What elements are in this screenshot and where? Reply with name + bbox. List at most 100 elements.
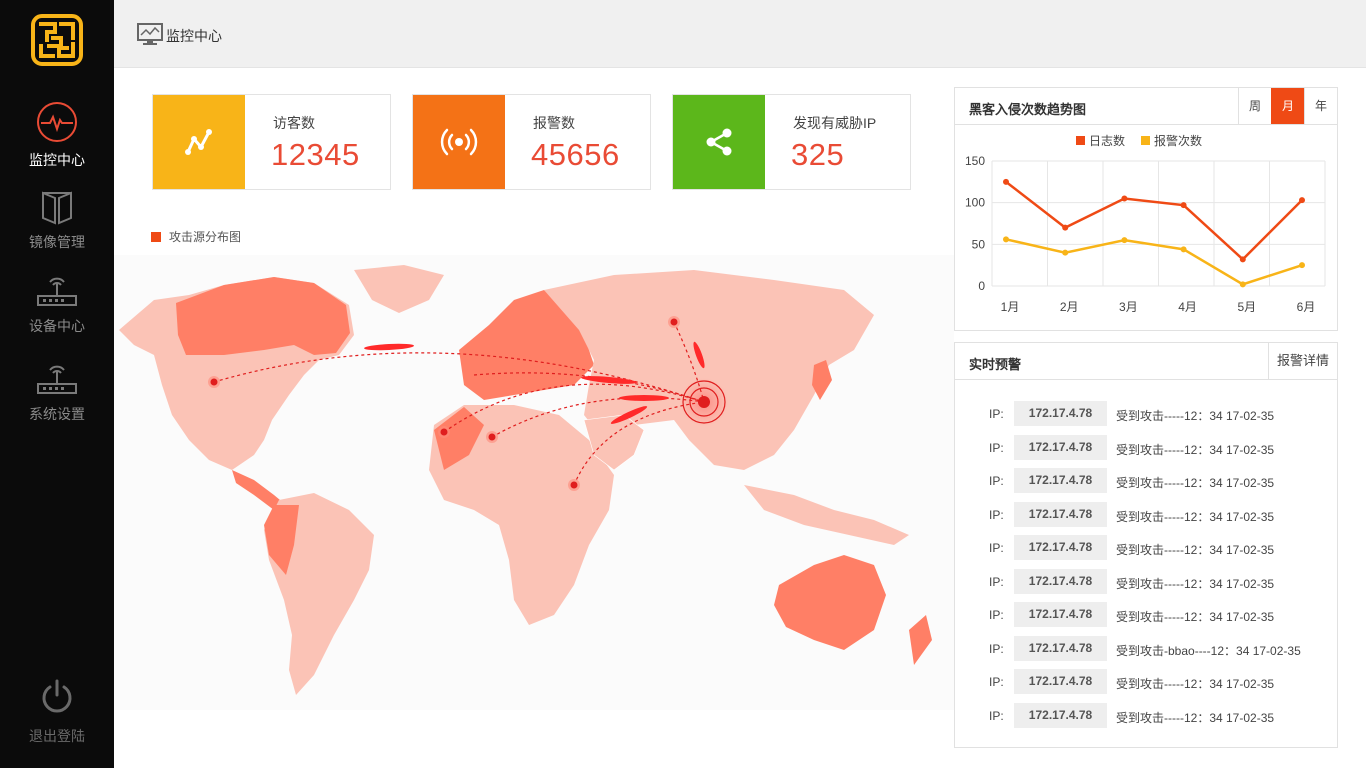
data-point [1003,178,1009,185]
stat-icon-box [153,95,245,189]
tab-month[interactable]: 月 [1271,88,1304,124]
alert-message: 受到攻击-----12：34 17-02-35 [1116,610,1275,624]
x-tick-label: 2月 [1060,300,1079,314]
ip-value: 172.17.4.78 [1014,535,1107,560]
stat-card-visitors: 访客数 12345 [152,94,391,190]
y-tick-label: 0 [978,279,985,293]
data-point [1299,262,1305,269]
map-legend-swatch [151,232,161,242]
data-point [1180,246,1187,253]
alert-row: IP: 172.17.4.78 受到攻击-----12：34 17-02-35 [955,500,1337,534]
stat-label: 报警数 [533,115,575,131]
ip-label: IP: [989,474,1004,488]
tab-week[interactable]: 周 [1238,88,1271,124]
stat-value: 45656 [531,137,620,172]
ip-value: 172.17.4.78 [1014,669,1107,694]
sidebar-item-settings[interactable]: 系统设置 [0,360,114,424]
trend-panel-header: 黑客入侵次数趋势图 周 月 年 [955,88,1337,125]
stat-label: 发现有威胁IP [793,115,877,131]
trend-title: 黑客入侵次数趋势图 [969,102,1087,117]
ip-label: IP: [989,507,1004,522]
stat-value: 12345 [271,137,360,172]
alarm-icon [440,128,478,156]
ip-label: IP: [989,641,1004,656]
ip-label: IP: [989,608,1004,622]
data-point [1062,224,1069,231]
map-legend-label: 攻击源分布图 [169,230,242,244]
power-icon [42,679,72,713]
sidebar-item-label: 监控中心 [29,152,85,168]
tab-year[interactable]: 年 [1304,88,1337,124]
map-legend: 攻击源分布图 [151,228,241,245]
alert-message: 受到攻击-----12：34 17-02-35 [1116,476,1275,490]
sidebar-item-devices[interactable]: 设备中心 [0,272,114,336]
ip-label: IP: [989,440,1004,455]
data-point [1239,281,1246,288]
trend-chart: 0 50 100 150 1月 2月 3月 4月 5月 6月 日志数 报警次数 [965,133,1326,314]
alarm-detail-button[interactable]: 报警详情 [1268,343,1337,379]
alert-row: IP: 172.17.4.78 受到攻击-----12：34 17-02-35 [955,701,1337,735]
data-point [1180,202,1187,209]
sidebar: 监控中心 镜像管理 设备中心 系统设置 退出登陆 [0,0,114,768]
data-point [1299,197,1305,204]
alert-list: IP: 172.17.4.78 受到攻击-----12：34 17-02-35 IP:… [955,399,1337,734]
sidebar-item-label: 设备中心 [29,318,85,334]
period-tabs: 周 月 年 [1238,88,1337,124]
ip-label: IP: [989,675,1004,689]
top-bar: 监控中心 [114,0,1366,68]
region-japan [812,360,832,400]
trend-icon [185,129,212,155]
region-greenland [354,265,444,313]
alert-row: IP: 172.17.4.78 受到攻击-----12：34 17-02-35 [955,600,1337,634]
share-icon [706,128,732,156]
alert-row: IP: 172.17.4.78 受到攻击-----12：34 17-02-35 [955,433,1337,467]
alert-row: IP: 172.17.4.78 受到攻击-----12：34 17-02-35 [955,533,1337,567]
legend-swatch [1076,136,1085,145]
stat-card-threat-ip: 发现有威胁IP 325 [672,94,911,190]
alerts-panel: 实时预警 报警详情 IP: 172.17.4.78 受到攻击-----12：34 1… [954,342,1338,748]
ip-value: 172.17.4.78 [1014,434,1107,460]
alert-row: IP: 172.17.4.78 受到攻击-bbao----12：34 17-02-3… [955,634,1337,668]
page-title: 监控中心 [166,28,222,44]
monitor-pulse-icon [37,102,77,142]
y-tick-label: 50 [972,237,986,251]
stat-value: 325 [791,137,845,172]
ip-value: 172.17.4.78 [1014,702,1107,728]
alert-row: IP: 172.17.4.78 受到攻击-----12：34 17-02-35 [955,399,1337,433]
alert-message: 受到攻击-----12：34 17-02-35 [1116,710,1275,725]
sidebar-item-monitor[interactable]: 监控中心 [0,100,114,170]
alert-message: 受到攻击-----12：34 17-02-35 [1116,543,1275,557]
alerts-title: 实时预警 [969,357,1022,372]
data-point [1239,256,1246,263]
ip-value: 172.17.4.78 [1014,468,1107,493]
alert-message: 受到攻击-----12：34 17-02-35 [1116,409,1275,423]
logout-label: 退出登陆 [29,728,85,744]
data-point [1121,237,1128,244]
region-canada [176,277,350,355]
stat-icon-box [673,95,765,189]
ip-label: IP: [989,407,1004,421]
alert-message: 受到攻击-----12：34 17-02-35 [1116,442,1275,457]
region-australia [774,555,886,650]
ip-value: 172.17.4.78 [1014,401,1107,426]
x-tick-label: 4月 [1178,300,1197,314]
legend-swatch [1141,136,1150,145]
ip-label: IP: [989,541,1004,555]
logout-button[interactable]: 退出登陆 [0,678,114,746]
alerts-panel-header: 实时预警 报警详情 [955,343,1337,380]
alert-message: 受到攻击-----12：34 17-02-35 [1116,576,1275,591]
data-point [1003,236,1009,243]
series-line [1005,180,1303,262]
attack-source-map [114,255,954,710]
router-icon [37,277,77,306]
alert-message: 受到攻击-----12：34 17-02-35 [1116,677,1275,691]
mirror-icon [42,191,72,225]
monitor-icon [137,23,163,45]
stat-card-alarms: 报警数 45656 [412,94,651,190]
legend-label: 日志数 [1089,133,1125,148]
alert-message: 受到攻击-----12：34 17-02-35 [1116,509,1275,524]
sidebar-item-mirror[interactable]: 镜像管理 [0,190,114,252]
x-tick-label: 3月 [1119,300,1138,314]
attack-target-marker [680,378,728,426]
y-tick-label: 100 [965,196,985,210]
